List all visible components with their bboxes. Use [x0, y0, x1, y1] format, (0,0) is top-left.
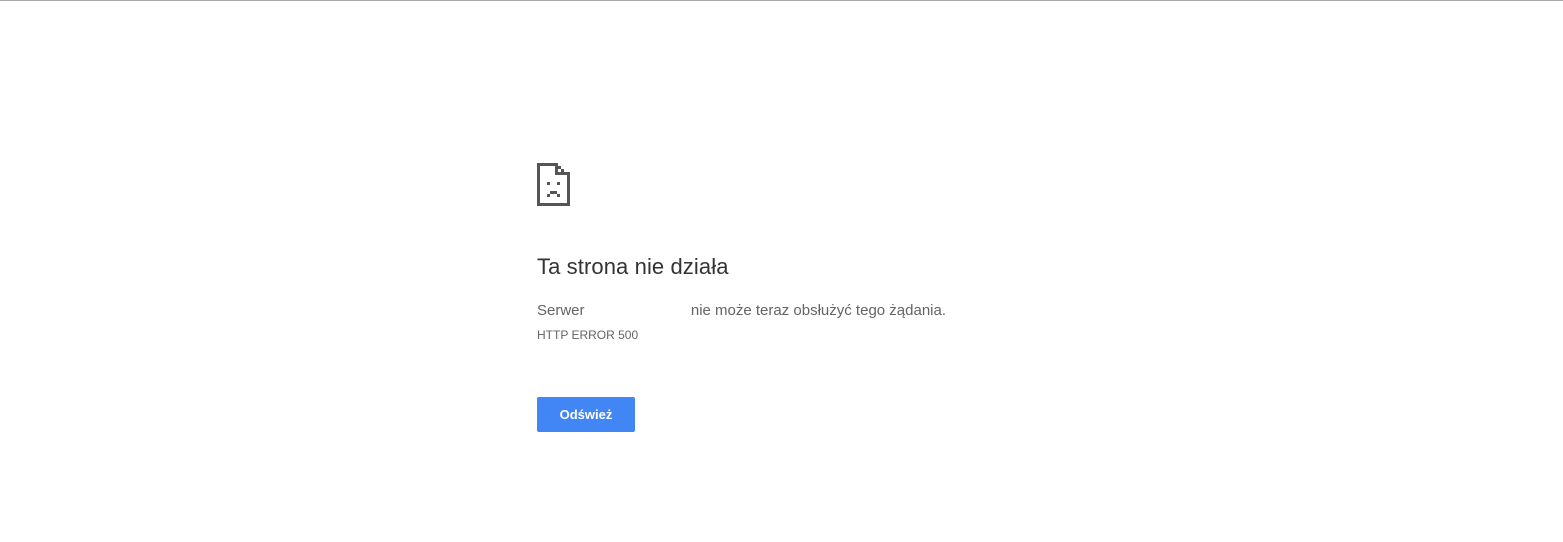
message-suffix: nie może teraz obsłużyć tego żądania. [690, 302, 947, 319]
message-prefix: Serwer [537, 302, 585, 319]
sad-document-icon [537, 163, 571, 207]
error-message: Serwer nie może teraz obsłużyć tego żąda… [537, 302, 946, 319]
redacted-hostname [588, 304, 687, 319]
reload-button[interactable]: Odśwież [537, 397, 635, 432]
error-code: HTTP ERROR 500 [537, 328, 639, 342]
error-container: Ta strona nie działa Serwer nie może ter… [537, 163, 1137, 432]
top-divider [0, 0, 1563, 1]
page-title: Ta strona nie działa [537, 254, 729, 279]
